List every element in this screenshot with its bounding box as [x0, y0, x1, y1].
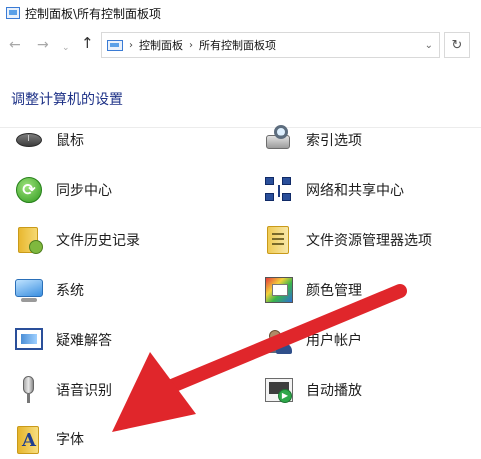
user-accounts-icon [262, 323, 296, 357]
item-label: 颜色管理 [306, 283, 362, 299]
color-management-icon [262, 273, 296, 307]
breadcrumb-all-items[interactable]: 所有控制面板项 [199, 37, 276, 53]
explorer-options-icon [262, 223, 296, 257]
back-arrow-icon[interactable]: ← [9, 38, 21, 52]
list-item-file-history[interactable]: 文件历史记录 [12, 222, 140, 258]
recent-locations-chevron-icon[interactable]: ⌄ [62, 41, 70, 55]
list-item-system[interactable]: 系统 [12, 272, 84, 308]
file-history-icon [12, 223, 46, 257]
list-item-color-management[interactable]: 颜色管理 [262, 272, 362, 308]
item-label: 鼠标 [56, 133, 84, 149]
list-item-user-accounts[interactable]: 用户帐户 [262, 322, 362, 358]
sync-center-icon: ⟳ [12, 173, 46, 207]
autoplay-icon: ▶ [262, 373, 296, 407]
fonts-icon: A [12, 422, 46, 456]
item-label: 同步中心 [56, 183, 112, 199]
list-item-troubleshooting[interactable]: 疑难解答 [12, 322, 112, 358]
system-icon [12, 273, 46, 307]
microphone-icon [12, 373, 46, 407]
list-item-fonts[interactable]: A 字体 [12, 421, 84, 457]
list-item-autoplay[interactable]: ▶ 自动播放 [262, 372, 362, 408]
network-sharing-icon [262, 173, 296, 207]
forward-arrow-icon[interactable]: → [37, 38, 49, 52]
breadcrumb-control-panel[interactable]: 控制面板 [139, 37, 183, 53]
control-panel-icon [107, 39, 123, 51]
item-label: 用户帐户 [306, 333, 362, 349]
title-bar: 控制面板\所有控制面板项 [0, 0, 481, 26]
navigation-bar: ← → ⌄ ↑ › 控制面板 › 所有控制面板项 ⌄ ↻ [0, 30, 481, 62]
list-item-mouse[interactable]: 鼠标 [12, 122, 84, 158]
item-label: 疑难解答 [56, 333, 112, 349]
control-panel-icon [6, 7, 20, 19]
list-item-network-sharing[interactable]: 网络和共享中心 [262, 172, 404, 208]
list-item-speech-recognition[interactable]: 语音识别 [12, 372, 112, 408]
item-label: 语音识别 [56, 383, 112, 399]
refresh-icon: ↻ [451, 37, 463, 53]
chevron-down-icon[interactable]: ⌄ [425, 40, 433, 51]
list-item-indexing-options[interactable]: 索引选项 [262, 122, 362, 158]
list-item-explorer-options[interactable]: 文件资源管理器选项 [262, 222, 432, 258]
window-title: 控制面板\所有控制面板项 [25, 6, 162, 21]
breadcrumb-separator: › [129, 39, 133, 51]
refresh-button[interactable]: ↻ [444, 32, 470, 58]
annotation-arrow-head [112, 352, 196, 432]
item-label: 网络和共享中心 [306, 183, 404, 199]
item-label: 系统 [56, 283, 84, 299]
item-label: 文件资源管理器选项 [306, 233, 432, 249]
address-bar[interactable]: › 控制面板 › 所有控制面板项 ⌄ [101, 32, 440, 58]
mouse-icon [12, 123, 46, 157]
breadcrumb-separator: › [189, 39, 193, 51]
up-arrow-icon[interactable]: ↑ [81, 36, 94, 51]
item-label: 字体 [56, 432, 84, 448]
page-heading: 调整计算机的设置 [11, 92, 123, 108]
troubleshooting-icon [12, 323, 46, 357]
item-label: 文件历史记录 [56, 233, 140, 249]
item-label: 自动播放 [306, 383, 362, 399]
indexing-options-icon [262, 123, 296, 157]
list-item-sync-center[interactable]: ⟳ 同步中心 [12, 172, 112, 208]
item-label: 索引选项 [306, 133, 362, 149]
